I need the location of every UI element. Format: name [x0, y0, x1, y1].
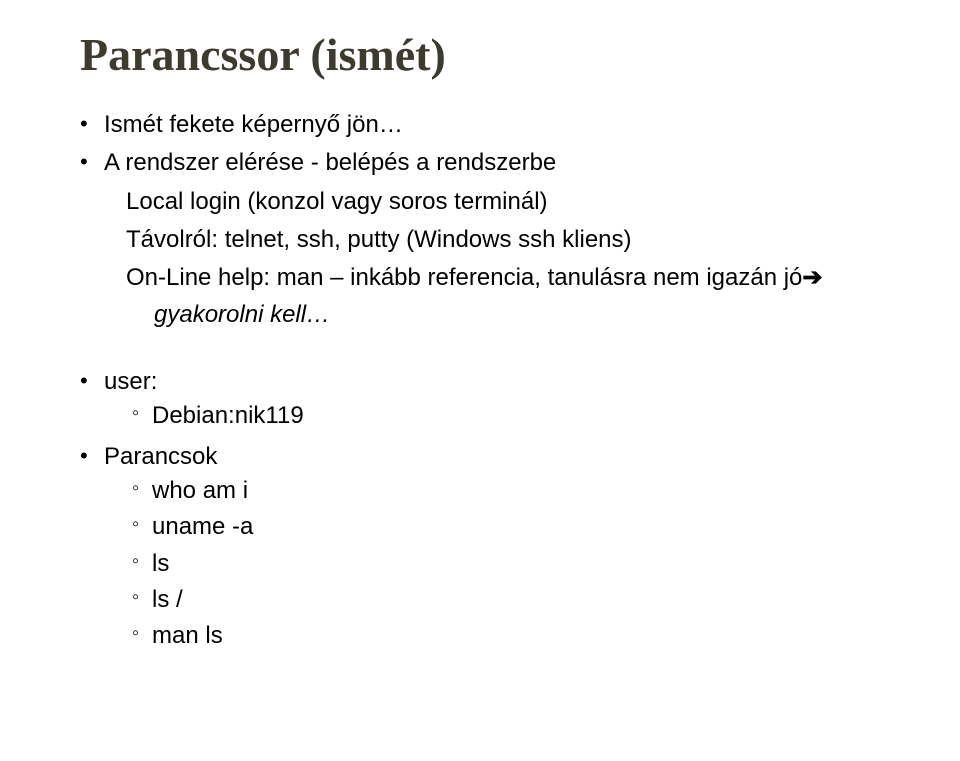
detail-text: On-Line help: man – inkább referencia, t… [126, 264, 802, 291]
command-item: ls [132, 548, 900, 580]
user-sublist: Debian:nik119 [132, 400, 900, 432]
command-item: uname -a [132, 511, 900, 543]
commands-sublist: who am i uname -a ls ls / man ls [132, 475, 900, 653]
detail-line: On-Line help: man – inkább referencia, t… [126, 261, 900, 295]
command-item: who am i [132, 475, 900, 507]
detail-line: Távolról: telnet, ssh, putty (Windows ss… [126, 223, 900, 257]
commands-label: Parancsok [104, 443, 217, 470]
access-details: Local login (konzol vagy soros terminál)… [126, 185, 900, 331]
bullet-item: Parancsok who am i uname -a ls ls / man … [80, 441, 900, 653]
arrow-icon: ➔ [802, 264, 822, 291]
bullet-item: A rendszer elérése - belépés a rendszerb… [80, 147, 900, 179]
bullet-item: user: Debian:nik119 [80, 366, 900, 433]
detail-note: gyakorolni kell… [154, 298, 900, 332]
detail-line: Local login (konzol vagy soros terminál) [126, 185, 900, 219]
user-label: user: [104, 368, 157, 395]
spacer [80, 336, 900, 366]
bullet-list: Ismét fekete képernyő jön… A rendszer el… [80, 109, 900, 180]
command-item: ls / [132, 584, 900, 616]
user-value: Debian:nik119 [132, 400, 900, 432]
command-item: man ls [132, 620, 900, 652]
slide-title: Parancssor (ismét) [80, 30, 900, 81]
secondary-list: user: Debian:nik119 Parancsok who am i u… [80, 366, 900, 653]
bullet-item: Ismét fekete képernyő jön… [80, 109, 900, 141]
slide: Parancssor (ismét) Ismét fekete képernyő… [0, 0, 960, 761]
